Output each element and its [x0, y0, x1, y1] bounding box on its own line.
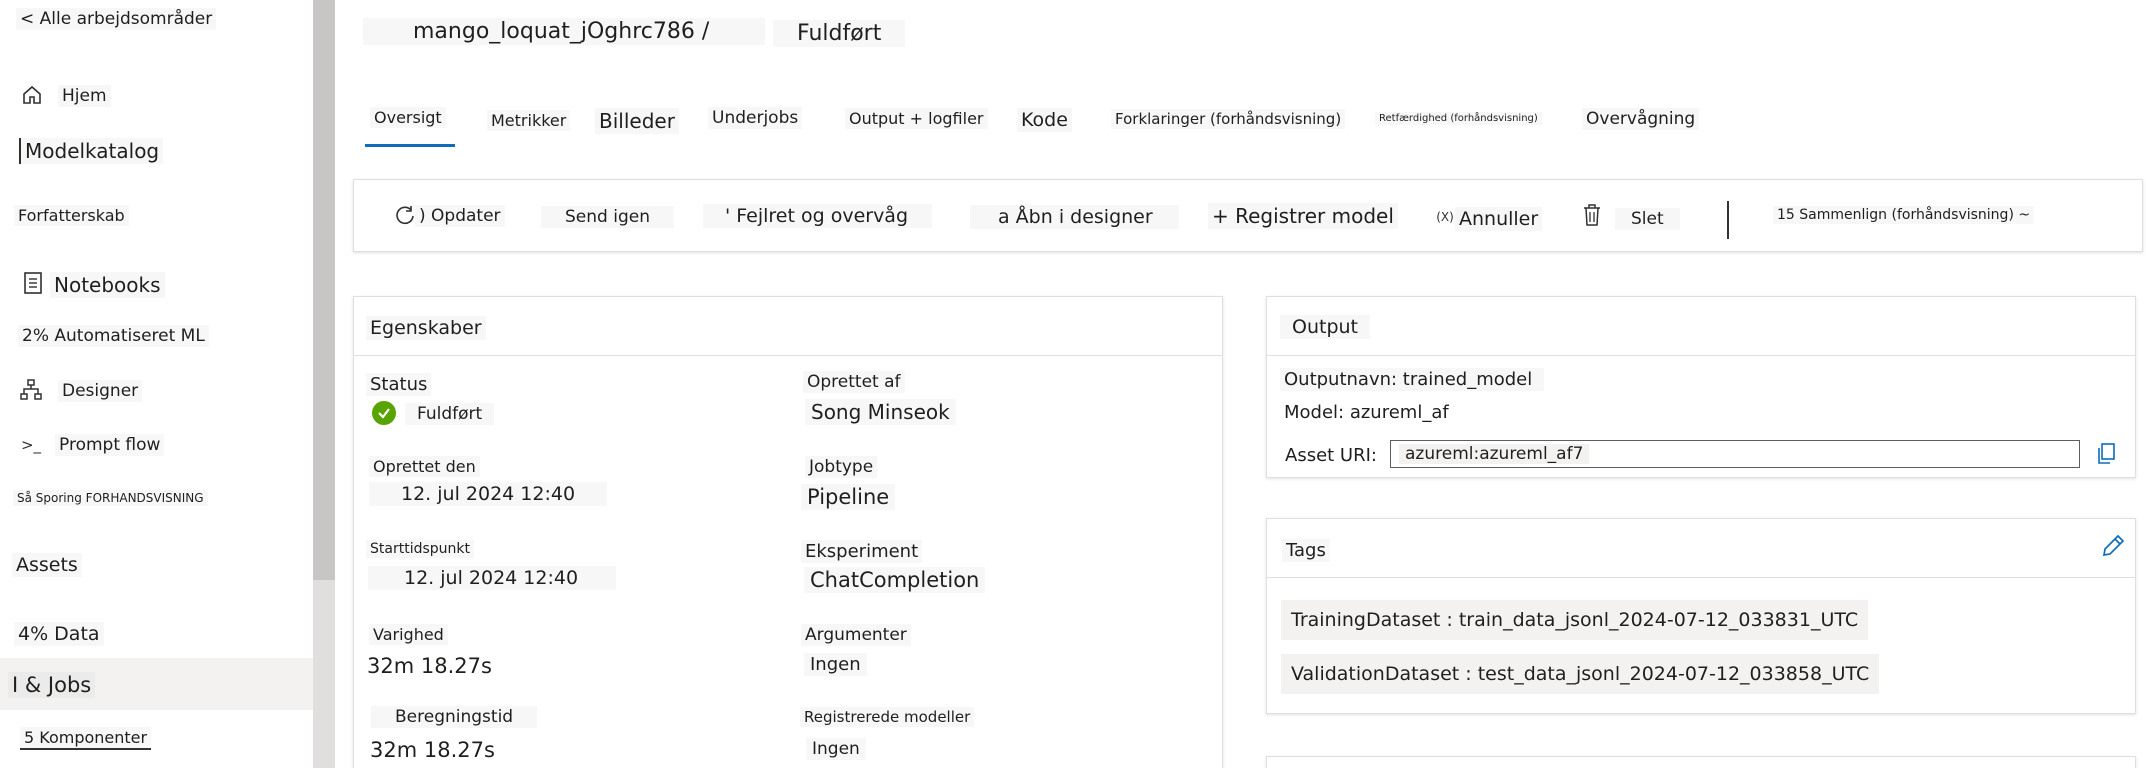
job-type-value: Pipeline: [801, 484, 896, 510]
active-tab-indicator: [365, 144, 455, 147]
job-name-breadcrumb[interactable]: mango_loquat_jOghrc786 /: [363, 18, 765, 45]
back-to-workspaces-link[interactable]: < Alle arbejdsområder: [16, 8, 217, 30]
duration-value: 32m 18.27s: [367, 654, 492, 678]
sidebar-item-home[interactable]: Hjem: [58, 85, 111, 107]
start-time-value: 12. jul 2024 12:40: [368, 566, 617, 590]
trash-icon: [1580, 203, 1604, 227]
created-on-value: 12. jul 2024 12:40: [369, 482, 608, 506]
created-by-label: Oprettet af: [803, 371, 905, 393]
output-model: Model: azureml_af: [1284, 402, 1449, 423]
arguments-value: Ingen: [804, 653, 867, 676]
created-on-label: Oprettet den: [369, 456, 480, 477]
asset-uri-value: azureml:azureml_af7: [1399, 444, 1590, 464]
left-navigation: < Alle arbejdsområder Hjem Modelkatalog …: [0, 0, 313, 768]
notebook-icon: [20, 270, 46, 296]
tab-images[interactable]: Billeder: [595, 108, 679, 134]
asset-uri-field[interactable]: azureml:azureml_af7: [1390, 440, 2080, 468]
tab-metrics[interactable]: Metrikker: [487, 110, 571, 131]
register-model-button[interactable]: + Registrer model: [1208, 203, 1398, 229]
cancel-button[interactable]: Annuller: [1455, 207, 1543, 231]
home-icon: [19, 82, 45, 108]
registered-models-value: Ingen: [806, 738, 866, 760]
output-divider: [1267, 355, 2135, 356]
duration-label: Varighed: [369, 624, 448, 645]
tags-title: Tags: [1282, 539, 1330, 562]
refresh-button[interactable]: ) Opdater: [415, 205, 505, 227]
experiment-value[interactable]: ChatCompletion: [804, 567, 986, 593]
properties-divider: [354, 355, 1222, 356]
tab-outputs-logs[interactable]: Output + logfiler: [845, 108, 988, 129]
job-status-title: Fuldført: [773, 20, 906, 47]
tab-overview[interactable]: Oversigt: [370, 107, 446, 128]
tag-chip: TrainingDataset : train_data_jsonl_2024-…: [1281, 600, 1869, 640]
compare-dropdown[interactable]: 15 Sammenlign (forhåndsvisning) ~: [1773, 206, 2035, 224]
copy-icon[interactable]: [2095, 442, 2117, 466]
status-label: Status: [366, 373, 432, 396]
sidebar-item-designer[interactable]: Designer: [58, 380, 143, 402]
prompt-flow-icon: >_: [20, 436, 42, 454]
compute-time-value: 32m 18.27s: [370, 738, 495, 762]
delete-button[interactable]: Slet: [1615, 208, 1680, 230]
sidebar-item-jobs[interactable]: I & Jobs: [8, 672, 96, 698]
sidebar-item-tracking[interactable]: Så Sporing FORHANDSVISNING: [13, 490, 208, 506]
sidebar-item-components[interactable]: 5 Komponenter: [20, 727, 152, 750]
sidebar-section-authoring: Forfatterskab: [14, 205, 129, 226]
tag-chip: ValidationDataset : test_data_jsonl_2024…: [1281, 654, 1880, 694]
start-time-label: Starttidspunkt: [366, 540, 474, 558]
sidebar-item-automated-ml[interactable]: 2% Automatiseret ML: [18, 325, 209, 347]
designer-icon: [18, 377, 44, 403]
next-card: [1266, 756, 2136, 768]
tab-child-jobs[interactable]: Underjobs: [708, 107, 803, 129]
created-by-value: Song Minseok: [805, 399, 956, 425]
sidebar-scrollbar-thumb[interactable]: [313, 0, 335, 580]
sidebar-item-data[interactable]: 4% Data: [14, 622, 104, 646]
resubmit-button[interactable]: Send igen: [541, 206, 674, 228]
asset-uri-label: Asset URI:: [1285, 445, 1377, 466]
registered-models-label: Registrerede modeller: [800, 707, 975, 727]
debug-monitor-button[interactable]: ' Fejlret og overvåg: [703, 204, 933, 228]
open-in-designer-button[interactable]: a Åbn i designer: [970, 205, 1179, 229]
refresh-icon: [393, 203, 417, 227]
sidebar-item-notebooks[interactable]: Notebooks: [50, 272, 165, 298]
output-name: Outputnavn: trained_model: [1280, 368, 1545, 391]
compute-time-label: Beregningstid: [371, 706, 538, 728]
tags-divider: [1267, 577, 2135, 578]
sidebar-scrollbar[interactable]: [313, 0, 335, 768]
sidebar-item-prompt-flow[interactable]: Prompt flow: [55, 434, 165, 456]
tab-fairness[interactable]: Retfærdighed (forhåndsvisning): [1375, 112, 1542, 125]
tab-explanations[interactable]: Forklaringer (forhåndsvisning): [1111, 109, 1346, 129]
success-check-icon: [372, 401, 396, 425]
status-value: Fuldført: [405, 403, 495, 425]
experiment-label: Eksperiment: [801, 540, 923, 563]
arguments-label: Argumenter: [801, 624, 911, 646]
sidebar-section-assets: Assets: [12, 553, 82, 577]
sidebar-item-model-catalog[interactable]: Modelkatalog: [19, 138, 164, 164]
properties-title: Egenskaber: [366, 316, 486, 340]
tab-monitoring[interactable]: Overvågning: [1582, 108, 1700, 130]
cancel-icon: (X): [1436, 210, 1454, 224]
output-title: Output: [1280, 315, 1370, 339]
tab-code[interactable]: Kode: [1017, 108, 1072, 132]
edit-icon[interactable]: [2100, 533, 2126, 559]
toolbar-divider: [1727, 201, 1729, 239]
properties-card: [353, 296, 1223, 768]
job-type-label: Jobtype: [805, 456, 878, 478]
